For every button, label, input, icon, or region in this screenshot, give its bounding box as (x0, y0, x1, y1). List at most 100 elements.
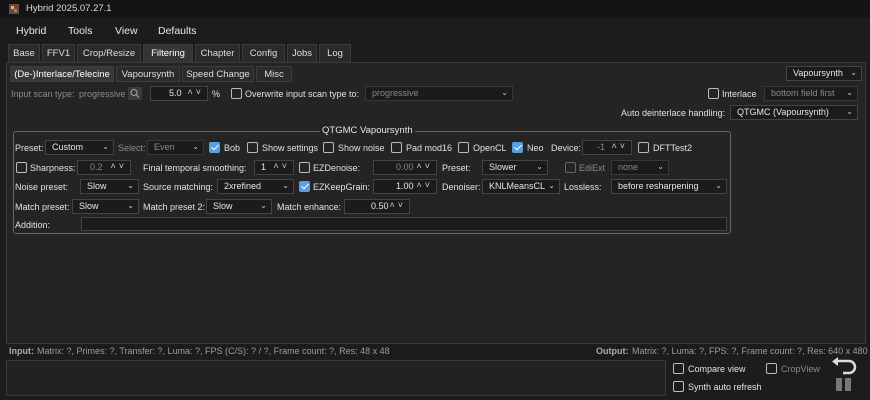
tab-ffv1[interactable]: FFV1 (42, 44, 75, 62)
spin-arrows-icon[interactable]: ˄˅ (187, 87, 204, 97)
dfttest2-label: DFTTest2 (653, 143, 693, 153)
auto-deinterlace-label: Auto deinterlace handling: (621, 108, 726, 118)
ediext-checkbox[interactable] (565, 162, 576, 173)
dfttest2-checkbox[interactable] (638, 142, 649, 153)
menu-view[interactable]: View (115, 25, 138, 37)
addition-input[interactable] (81, 217, 727, 231)
ezkeepgrain-spinbox[interactable]: 1.00 ˄˅ (373, 179, 437, 194)
field-order-value: bottom field first (771, 88, 835, 98)
compare-view-checkbox[interactable] (673, 363, 684, 374)
tab-jobs[interactable]: Jobs (287, 44, 317, 62)
window-title: Hybrid 2025.07.27.1 (26, 3, 112, 14)
ezkeepgrain-checkbox[interactable] (299, 181, 310, 192)
bob-checkbox[interactable] (209, 142, 220, 153)
tab-filtering[interactable]: Filtering (143, 44, 193, 62)
field-order-select[interactable]: bottom field first ⌄ (764, 86, 858, 101)
overwrite-scan-type-label: Overwrite input scan type to: (245, 89, 360, 99)
sharpness-checkbox[interactable] (16, 162, 27, 173)
subtab-vapoursynth[interactable]: Vapoursynth (116, 66, 180, 82)
input-status-label: Input: (9, 346, 34, 356)
pause-icon[interactable] (829, 357, 861, 395)
subtab-misc[interactable]: Misc (256, 66, 292, 82)
spin-arrows-icon[interactable]: ˄˅ (416, 161, 433, 171)
percent-spinbox[interactable]: 5.0 ˄˅ (150, 86, 208, 101)
menu-hybrid[interactable]: Hybrid (16, 25, 46, 37)
tab-chapter[interactable]: Chapter (195, 44, 240, 62)
output-status-text: Matrix: ?, Luma: ?, FPS: ?, Frame count:… (632, 346, 868, 356)
denoise-preset-label: Preset: (442, 163, 471, 173)
source-matching-label: Source matching: (143, 182, 214, 192)
tab-crop-resize[interactable]: Crop/Resize (77, 44, 141, 62)
match-preset-2-value: Slow (213, 201, 233, 211)
input-scan-type-value: progressive (79, 89, 126, 99)
source-matching-select[interactable]: 2xrefined ⌄ (217, 179, 294, 194)
show-noise-checkbox[interactable] (323, 142, 334, 153)
device-label: Device: (551, 143, 582, 153)
show-noise-label: Show noise (338, 143, 385, 153)
chevron-down-icon: ⌄ (548, 181, 555, 190)
interlace-checkbox[interactable] (708, 88, 719, 99)
noise-preset-value: Slow (87, 181, 107, 191)
engine-select[interactable]: Vapoursynth ⌄ (786, 66, 862, 81)
denoiser-select[interactable]: KNLMeansCL ⌄ (482, 179, 560, 194)
denoise-preset-value: Slower (489, 162, 517, 172)
ediext-label: EdiExt (579, 163, 606, 173)
qtgmc-preset-select[interactable]: Custom ⌄ (45, 140, 114, 155)
sharpness-value: 0.2 (90, 162, 103, 172)
chevron-down-icon: ⌄ (715, 181, 722, 190)
bob-label: Bob (224, 143, 241, 153)
spin-arrows-icon[interactable]: ˄˅ (273, 161, 290, 171)
auto-deinterlace-select[interactable]: QTGMC (Vapoursynth) ⌄ (730, 105, 858, 120)
ezdenoise-spinbox[interactable]: 0.00 ˄˅ (373, 160, 437, 175)
subtab-speed-change[interactable]: Speed Change (182, 66, 254, 82)
preset-label: Preset: (15, 143, 44, 153)
ezdenoise-label: EZDenoise: (313, 163, 361, 173)
tab-base[interactable]: Base (8, 44, 40, 62)
menu-defaults[interactable]: Defaults (158, 25, 197, 37)
chevron-down-icon: ⌄ (282, 181, 289, 190)
spin-arrows-icon[interactable]: ˄˅ (110, 161, 127, 171)
show-settings-checkbox[interactable] (247, 142, 258, 153)
chevron-down-icon: ⌄ (127, 181, 134, 190)
chevron-down-icon: ⌄ (192, 142, 199, 151)
final-temporal-smoothing-spinbox[interactable]: 1 ˄˅ (254, 160, 294, 175)
search-icon[interactable] (128, 87, 142, 100)
spin-arrows-icon[interactable]: ˄˅ (416, 180, 433, 190)
chevron-down-icon: ⌄ (102, 142, 109, 151)
overwrite-scan-type-checkbox[interactable] (231, 88, 242, 99)
opencl-checkbox[interactable] (458, 142, 469, 153)
pad-mod16-checkbox[interactable] (391, 142, 402, 153)
noise-preset-select[interactable]: Slow ⌄ (80, 179, 139, 194)
sharpness-spinbox[interactable]: 0.2 ˄˅ (77, 160, 131, 175)
device-value: -1 (597, 142, 606, 152)
ezkeepgrain-label: EZKeepGrain: (313, 182, 371, 192)
match-preset-select[interactable]: Slow ⌄ (72, 199, 139, 214)
device-spinbox[interactable]: -1 ˄˅ (582, 140, 632, 155)
tab-log[interactable]: Log (319, 44, 351, 62)
chevron-down-icon: ⌄ (846, 107, 853, 116)
match-preset-2-select[interactable]: Slow ⌄ (206, 199, 272, 214)
match-preset-2-label: Match preset 2: (143, 202, 206, 212)
neo-checkbox[interactable] (512, 142, 523, 153)
ezdenoise-checkbox[interactable] (299, 162, 310, 173)
overwrite-scan-type-select[interactable]: progressive ⌄ (365, 86, 513, 101)
qtgmc-preset-value: Custom (52, 142, 84, 152)
crop-view-checkbox[interactable] (766, 363, 777, 374)
denoiser-label: Denoiser: (442, 182, 481, 192)
match-enhance-spinbox[interactable]: 0.50 ˄˅ (344, 199, 410, 214)
spin-arrows-icon[interactable]: ˄˅ (611, 141, 628, 151)
compare-view-label: Compare view (688, 364, 746, 374)
subtab-deinterlace[interactable]: (De-)Interlace/Telecine (10, 66, 114, 82)
output-status-label: Output: (596, 346, 629, 356)
synth-auto-refresh-checkbox[interactable] (673, 381, 684, 392)
tab-config[interactable]: Config (242, 44, 285, 62)
menu-tools[interactable]: Tools (68, 25, 93, 37)
lossless-select[interactable]: before resharpening ⌄ (611, 179, 727, 194)
spin-arrows-icon[interactable]: ˄˅ (389, 200, 406, 210)
denoise-preset-select[interactable]: Slower ⌄ (482, 160, 548, 175)
title-bar: Hybrid 2025.07.27.1 (0, 0, 870, 18)
select-field-select[interactable]: Even ⌄ (147, 140, 204, 155)
chevron-down-icon: ⌄ (127, 201, 134, 210)
ediext-select[interactable]: none ⌄ (611, 160, 669, 175)
noise-preset-label: Noise preset: (15, 182, 69, 192)
